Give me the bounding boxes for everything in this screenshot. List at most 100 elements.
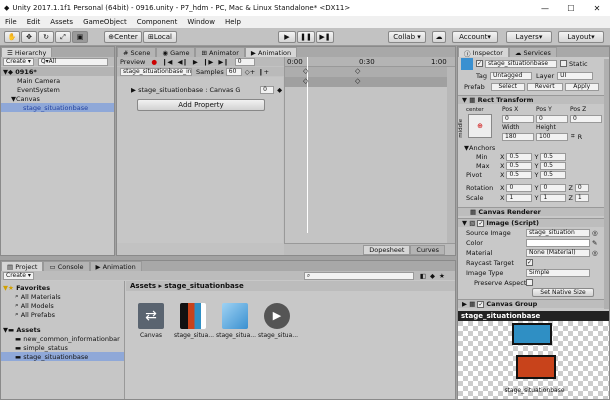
cloud-icon[interactable]: ☁ [432, 31, 446, 43]
property-value[interactable]: 0 [260, 85, 275, 94]
preview-toggle[interactable]: Preview [120, 58, 145, 66]
step-button[interactable]: ▶❚ [316, 31, 334, 43]
pivot-center-button[interactable]: ⊕ Center [104, 31, 142, 43]
image-script-header[interactable]: ▼ ▧ ✓ Image (Script) [458, 218, 609, 227]
asset-prefab[interactable]: stage_situa... [216, 303, 256, 339]
asset-canvas[interactable]: ⇄ Canvas [132, 303, 170, 339]
hierarchy-item-canvas[interactable]: ▼ Canvas [1, 94, 114, 103]
favorite-item[interactable]: ⌕ All Models [1, 301, 124, 310]
hierarchy-item-stage-situationbase[interactable]: stage_situationbase [1, 103, 114, 112]
hierarchy-item-eventsystem[interactable]: EventSystem [1, 85, 114, 94]
pos-x-field[interactable]: 0 [502, 114, 534, 123]
keyframe-icon[interactable]: ◆ [277, 86, 282, 94]
samples-field[interactable]: 60 [225, 67, 242, 76]
rotate-tool-icon[interactable]: ↻ [38, 31, 54, 43]
move-tool-icon[interactable]: ✥ [21, 31, 37, 43]
scene-root[interactable]: ▼◆ 0916* [1, 67, 114, 76]
scale-z-field[interactable]: 1 [574, 193, 589, 202]
static-checkbox[interactable] [560, 60, 567, 67]
raw-edit-r-icon[interactable]: R [578, 133, 583, 141]
set-native-size-button[interactable]: Set Native Size [532, 288, 594, 297]
folder-item[interactable]: ▬ simple_status [1, 343, 124, 352]
favorite-star-icon[interactable]: ★ [439, 272, 445, 280]
layers-dropdown[interactable]: Layers ▾ [506, 31, 552, 43]
rect-transform-header[interactable]: ▼ ▦ Rect Transform [458, 95, 609, 104]
tab-scene[interactable]: # Scene [117, 47, 157, 57]
play-anim-icon[interactable]: ▶ [193, 58, 198, 66]
source-image-field[interactable]: stage_situation [526, 228, 590, 237]
property-row[interactable]: ▶ stage_situationbase : Canvas G 0 ◆ [117, 85, 283, 94]
anchors-foldout[interactable]: ▼ Anchors [458, 143, 609, 152]
prefab-revert-button[interactable]: Revert [526, 82, 563, 91]
preview-title[interactable]: stage_situationbase [458, 311, 609, 321]
tab-animation[interactable]: ▶ Animation [244, 47, 298, 57]
asset-image[interactable]: stage_situa... [174, 303, 214, 339]
hierarchy-search-input[interactable]: Q▾All [37, 57, 108, 66]
menu-assets[interactable]: Assets [45, 18, 78, 26]
favorites-folder[interactable]: ▼★ Favorites [1, 283, 124, 292]
tab-services[interactable]: ☁ Services [508, 47, 557, 57]
pos-y-field[interactable]: 0 [536, 114, 568, 123]
prefab-apply-button[interactable]: Apply [564, 82, 599, 91]
height-field[interactable]: 100 [536, 132, 568, 141]
object-picker-icon[interactable]: ◎ [592, 249, 598, 257]
width-field[interactable]: 180 [502, 132, 534, 141]
dopesheet-timeline[interactable]: 0:00 0:30 1:00 ◇ ◇ ◇ ◇ [284, 57, 455, 243]
tab-console[interactable]: ▭ Console [43, 261, 90, 271]
frame-field[interactable]: 0 [234, 57, 255, 66]
tab-project[interactable]: ▤ Project [1, 261, 44, 271]
filter-type-icon[interactable]: ◧ [420, 272, 426, 280]
filter-label-icon[interactable]: ◆ [430, 272, 435, 280]
add-event-icon[interactable]: ❙+ [258, 68, 269, 76]
hierarchy-item-main-camera[interactable]: Main Camera [1, 76, 114, 85]
image-enabled-checkbox[interactable]: ✓ [477, 219, 485, 227]
project-search-input[interactable]: ⌕ [303, 271, 414, 280]
next-key-icon[interactable]: ❙▶ [203, 58, 213, 66]
pivot-x-field[interactable]: 0.5 [506, 170, 533, 179]
rotation-y-field[interactable]: 0 [540, 183, 567, 192]
summary-key-end-icon[interactable]: ◇ [355, 67, 360, 75]
canvas-group-checkbox[interactable]: ✓ [477, 300, 485, 308]
menu-window[interactable]: Window [182, 18, 220, 26]
minimize-button[interactable]: — [532, 0, 558, 16]
anchor-max-x-field[interactable]: 0.5 [506, 161, 533, 170]
rotation-x-field[interactable]: 0 [506, 183, 533, 192]
account-dropdown[interactable]: Account ▾ [452, 31, 498, 43]
scale-x-field[interactable]: 1 [506, 193, 533, 202]
menu-component[interactable]: Component [132, 18, 183, 26]
tab-game[interactable]: ◉ Game [156, 47, 196, 57]
tab-hierarchy[interactable]: ☰ Hierarchy [1, 47, 53, 57]
record-icon[interactable]: ● [151, 58, 157, 66]
collab-button[interactable]: Collab ▾ [388, 31, 426, 43]
menu-help[interactable]: Help [220, 18, 246, 26]
key-start-icon[interactable]: ◇ [303, 77, 308, 85]
clip-dropdown[interactable]: stage_situationbase_in [120, 67, 192, 76]
object-picker-icon[interactable]: ◎ [592, 229, 598, 237]
timeline-scrollbar[interactable] [447, 67, 455, 243]
add-keyframe-icon[interactable]: ◇+ [245, 68, 255, 76]
breadcrumb[interactable]: Assets ▸ stage_situationbase [126, 281, 455, 291]
object-name-input[interactable]: stage_situationbase [485, 59, 557, 68]
tag-dropdown[interactable]: Untagged [490, 71, 533, 80]
add-property-button[interactable]: Add Property [137, 99, 265, 111]
menu-gameobject[interactable]: GameObject [78, 18, 132, 26]
curves-tab[interactable]: Curves [410, 244, 445, 255]
layer-dropdown[interactable]: UI [557, 71, 594, 80]
pivot-local-button[interactable]: ⊞ Local [143, 31, 177, 43]
menu-edit[interactable]: Edit [22, 18, 46, 26]
tab-inspector[interactable]: ⓘ Inspector [458, 47, 509, 58]
active-checkbox[interactable]: ✓ [476, 60, 483, 67]
pivot-y-field[interactable]: 0.5 [540, 170, 567, 179]
tab-animation-bottom[interactable]: ▶ Animation [89, 261, 142, 271]
first-key-icon[interactable]: ❙◀ [162, 58, 172, 66]
maximize-button[interactable]: ☐ [558, 0, 584, 16]
anchor-min-x-field[interactable]: 0.5 [506, 152, 533, 161]
dopesheet-tab[interactable]: Dopesheet [363, 244, 411, 255]
play-button[interactable]: ▶ [278, 31, 296, 43]
folder-item[interactable]: ▬ new_common_informationbar [1, 334, 124, 343]
canvas-renderer-header[interactable]: ▦ Canvas Renderer [458, 207, 609, 216]
inspector-scrollbar[interactable] [604, 59, 609, 309]
rect-tool-icon[interactable]: ▣ [72, 31, 88, 43]
blueprint-icon[interactable]: ⌗ [571, 132, 575, 141]
canvas-group-header[interactable]: ▶ ▦ ✓ Canvas Group [458, 299, 609, 308]
